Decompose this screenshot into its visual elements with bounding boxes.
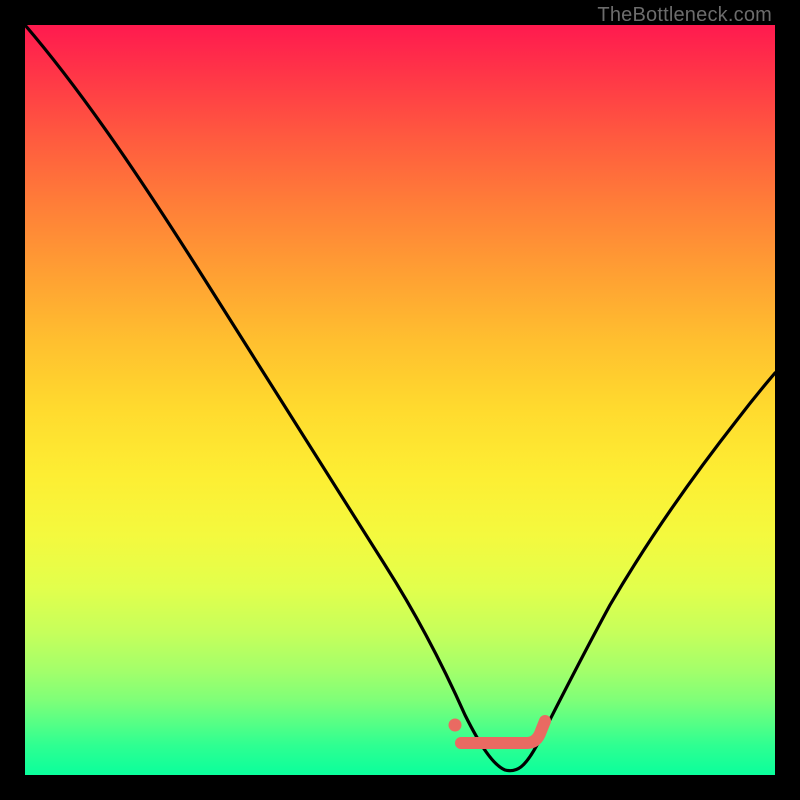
chart-frame: TheBottleneck.com <box>0 0 800 800</box>
curve-path <box>25 25 775 771</box>
bottleneck-curve <box>25 25 775 775</box>
optimal-marker <box>449 719 546 744</box>
watermark-text: TheBottleneck.com <box>597 4 772 27</box>
plot-area <box>25 25 775 775</box>
